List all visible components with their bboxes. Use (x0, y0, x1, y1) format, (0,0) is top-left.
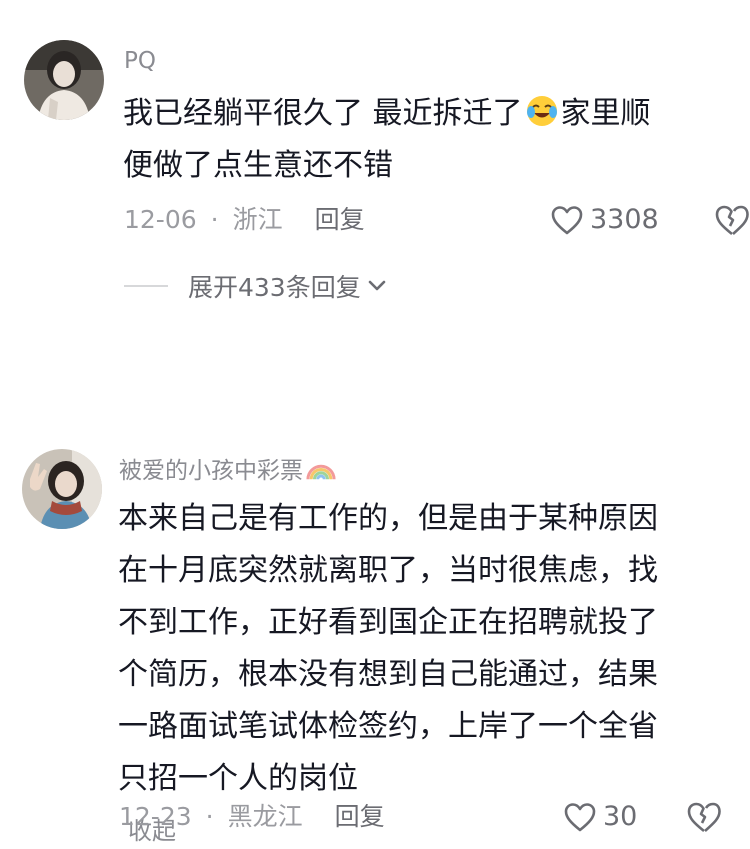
comment-text-line: 一路面试笔试体检签约，上岸了一个全省 (118, 709, 658, 744)
comment-username-text: 被爱的小孩中彩票 (119, 458, 303, 484)
heart-outline-icon (564, 803, 596, 832)
comment-location: 黑龙江 (227, 802, 303, 831)
broken-heart-icon (687, 802, 721, 833)
comment-meta: 12-23 · 黑龙江 回复 (119, 800, 385, 834)
comment-text-line: 在十月底突然就离职了，当时很焦虑，找 (118, 553, 658, 588)
reply-button[interactable]: 回复 (335, 802, 385, 831)
meta-separator: · (205, 802, 214, 831)
comment-username[interactable]: 被爱的小孩中彩票 (119, 455, 337, 486)
like-count: 30 (603, 801, 638, 832)
comment-text-line: 本来自己是有工作的，但是由于某种原因 (118, 501, 658, 536)
comment-text-line: 个简历，根本没有想到自己能通过，结果 (118, 657, 658, 692)
like-button[interactable]: 30 (563, 800, 637, 834)
avatar[interactable] (22, 449, 102, 529)
comment-text: 本来自己是有工作的，但是由于某种原因 在十月底突然就离职了，当时很焦虑，找 不到… (118, 493, 658, 849)
comment-item: 被爱的小孩中彩票 本来自己是有工作的，但是由于某种原因 在十月底突然就离职了，当… (0, 0, 750, 849)
comment-date: 12-23 (119, 802, 192, 831)
comment-text-line: 只招一个人的岗位 (118, 761, 358, 796)
comment-text-line: 不到工作，正好看到国企正在招聘就投了 (118, 605, 658, 640)
rainbow-emoji-icon (306, 464, 336, 480)
dislike-button[interactable] (686, 800, 722, 834)
